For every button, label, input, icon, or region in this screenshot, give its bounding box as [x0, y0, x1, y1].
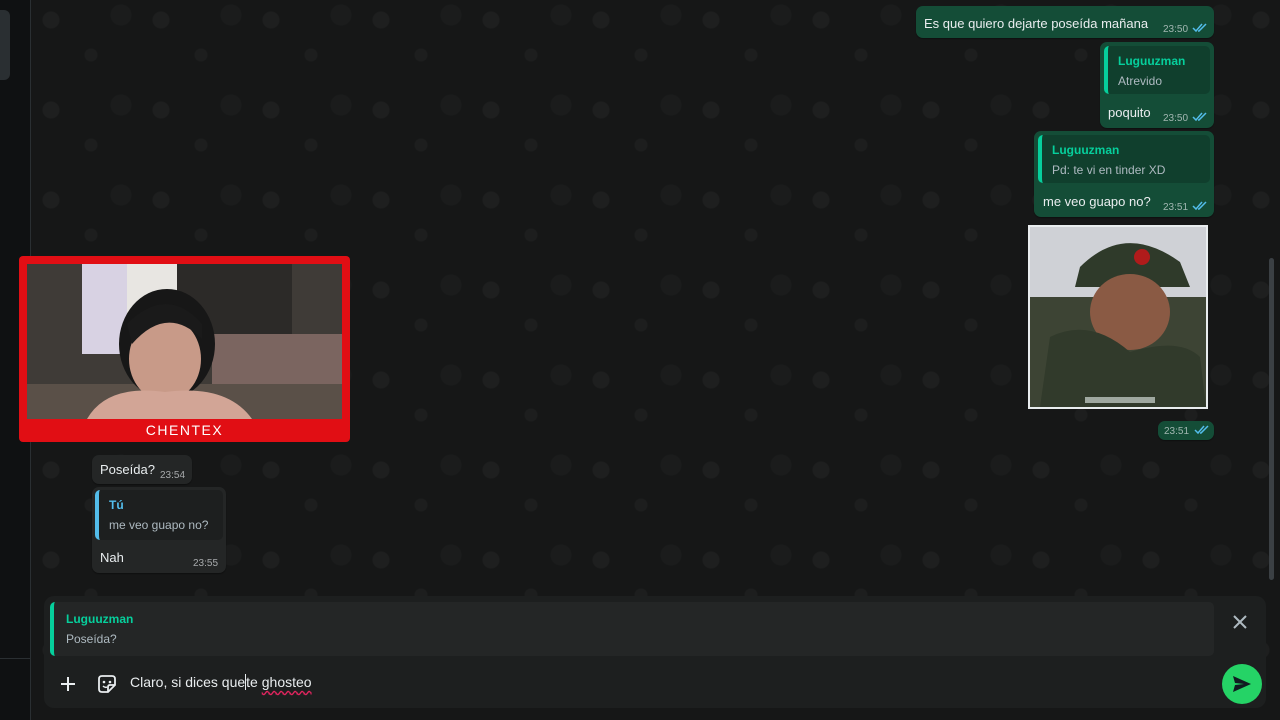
message-time: 23:55 — [193, 558, 219, 569]
sticker-icon[interactable] — [96, 673, 118, 695]
message-text: me veo guapo no? — [1043, 194, 1151, 209]
reply-preview-quote[interactable]: Luguuzman Poseída? — [50, 602, 1214, 656]
incoming-message[interactable]: Poseída? 23:54 — [92, 455, 192, 484]
panel-resize-handle[interactable] — [0, 10, 10, 80]
double-check-icon — [1192, 201, 1207, 211]
double-check-icon — [1192, 112, 1207, 122]
reply-preview-bar: Luguuzman Poseída? — [44, 596, 1266, 660]
incoming-message[interactable]: Tú me veo guapo no? Nah 23:55 — [92, 487, 226, 573]
outgoing-message[interactable]: Luguuzman Pd: te vi en tinder XD me veo … — [1034, 131, 1214, 217]
message-time: 23:50 — [1163, 113, 1189, 124]
photo-content — [1030, 227, 1206, 407]
quote-text: Pd: te vi en tinder XD — [1052, 163, 1166, 177]
message-text: Nah — [100, 550, 124, 565]
input-text: Claro, si dices que — [130, 674, 246, 690]
message-time: 23:51 — [1164, 426, 1190, 437]
message-time: 23:51 — [1163, 202, 1189, 213]
quote-author: Luguuzman — [1052, 143, 1120, 157]
quote-author: Tú — [109, 498, 124, 512]
divider — [0, 658, 30, 659]
message-text: Es que quiero dejarte poseída mañana — [924, 16, 1149, 31]
message-text: Poseída? — [100, 462, 155, 477]
message-composer: Claro, si dices quete ghosteo — [44, 660, 1266, 708]
quote-text: me veo guapo no? — [109, 518, 209, 532]
message-input[interactable]: Claro, si dices quete ghosteo — [130, 674, 312, 690]
message-text: poquito — [1108, 105, 1151, 120]
quote-author: Luguuzman — [1118, 54, 1186, 68]
double-check-icon — [1192, 23, 1207, 33]
webcam-scene — [27, 264, 342, 419]
outgoing-message[interactable]: Luguuzman Atrevido poquito 23:50 — [1100, 42, 1214, 128]
outgoing-message[interactable]: Es que quiero dejarte poseída mañana 23:… — [916, 6, 1214, 38]
double-check-icon — [1194, 425, 1209, 435]
message-time: 23:50 — [1163, 24, 1189, 35]
reply-preview-author: Luguuzman — [66, 612, 134, 626]
webcam-video — [27, 264, 342, 419]
input-text: te — [246, 674, 258, 690]
webcam-overlay: CHENTEX — [19, 256, 350, 442]
reply-preview-text: Poseída? — [66, 632, 117, 646]
quote-text: Atrevido — [1118, 74, 1163, 88]
close-icon[interactable] — [1232, 614, 1248, 630]
reply-quote[interactable]: Luguuzman Atrevido — [1104, 46, 1210, 94]
sent-photo[interactable] — [1028, 225, 1208, 409]
message-time: 23:54 — [160, 470, 186, 481]
misspelled-word: ghosteo — [261, 674, 312, 690]
photo-timestamp: 23:51 — [1158, 421, 1214, 440]
send-button[interactable] — [1222, 664, 1262, 704]
plus-icon[interactable] — [60, 676, 76, 692]
reply-quote[interactable]: Tú me veo guapo no? — [95, 490, 223, 540]
send-icon — [1233, 676, 1251, 692]
streamer-name: CHENTEX — [145, 422, 224, 438]
chat-scrollbar[interactable] — [1269, 258, 1274, 580]
reply-quote[interactable]: Luguuzman Pd: te vi en tinder XD — [1038, 135, 1210, 183]
